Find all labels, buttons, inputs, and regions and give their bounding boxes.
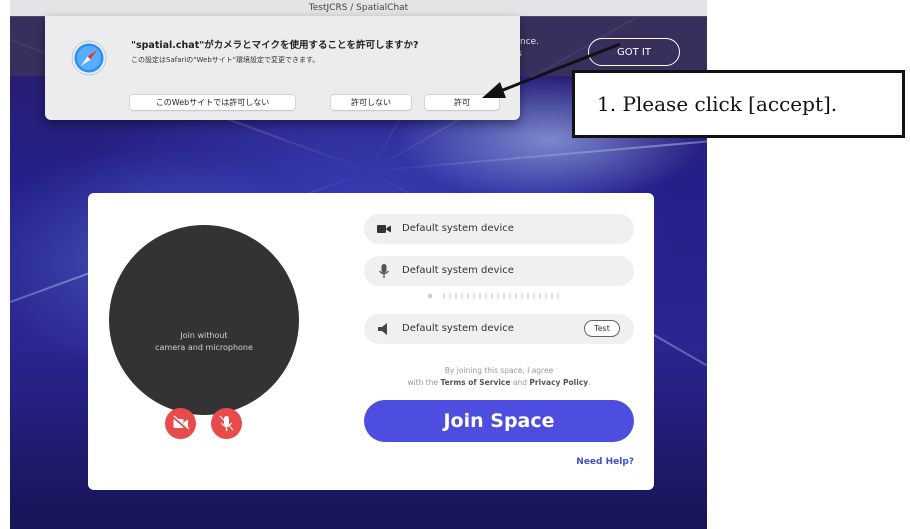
microphone-select[interactable]: Default system device — [364, 256, 634, 286]
join-space-button[interactable]: Join Space — [364, 400, 634, 442]
never-allow-button[interactable]: このWebサイトでは許可しない — [130, 95, 295, 110]
terms-notice-and: and — [510, 378, 530, 387]
terms-notice-line1: By joining this space, I agree — [444, 366, 554, 375]
terms-notice-period: . — [588, 378, 591, 387]
preview-text: Join without camera and microphone — [109, 330, 299, 354]
terms-notice: By joining this space, I agree with the … — [364, 365, 634, 389]
microphone-icon — [378, 264, 390, 278]
terms-link[interactable]: Terms of Service — [440, 378, 510, 387]
camera-device-label: Default system device — [402, 223, 514, 234]
deny-button[interactable]: 許可しない — [331, 95, 411, 110]
dialog-subtitle: この設定はSafariの"Webサイト"環境設定で変更できます。 — [131, 56, 320, 64]
arrow-icon — [482, 42, 621, 98]
terms-notice-with: with the — [407, 378, 441, 387]
speaker-icon — [378, 323, 387, 335]
preview-text-line1: Join without — [180, 331, 228, 340]
microphone-device-label: Default system device — [402, 265, 514, 276]
dialog-title: "spatial.chat"がカメラとマイクを使用することを許可しますか? — [131, 40, 419, 51]
camera-toggle-button[interactable] — [165, 408, 196, 439]
need-help-link[interactable]: Need Help? — [576, 457, 634, 467]
speaker-select[interactable]: Default system device Test — [364, 314, 634, 344]
test-speaker-button[interactable]: Test — [584, 320, 620, 337]
camera-preview: Join without camera and microphone — [109, 225, 299, 439]
window-title: TestJCRS / SpatialChat — [10, 0, 707, 17]
speaker-device-label: Default system device — [402, 323, 514, 334]
preview-text-line2: camera and microphone — [155, 343, 253, 352]
video-camera-icon — [377, 225, 391, 233]
join-card: Join without camera and microphone Defau… — [88, 193, 654, 490]
camera-off-icon — [172, 415, 190, 431]
safari-icon — [71, 40, 107, 76]
audio-level-meter — [428, 293, 559, 299]
microphone-toggle-button[interactable] — [211, 408, 242, 439]
mic-off-icon — [219, 415, 234, 431]
permission-dialog: "spatial.chat"がカメラとマイクを使用することを許可しますか? この… — [45, 16, 520, 120]
camera-select[interactable]: Default system device — [364, 214, 634, 244]
terms-notice-line2: with the Terms of Service and Privacy Po… — [364, 377, 634, 389]
privacy-link[interactable]: Privacy Policy — [529, 378, 588, 387]
